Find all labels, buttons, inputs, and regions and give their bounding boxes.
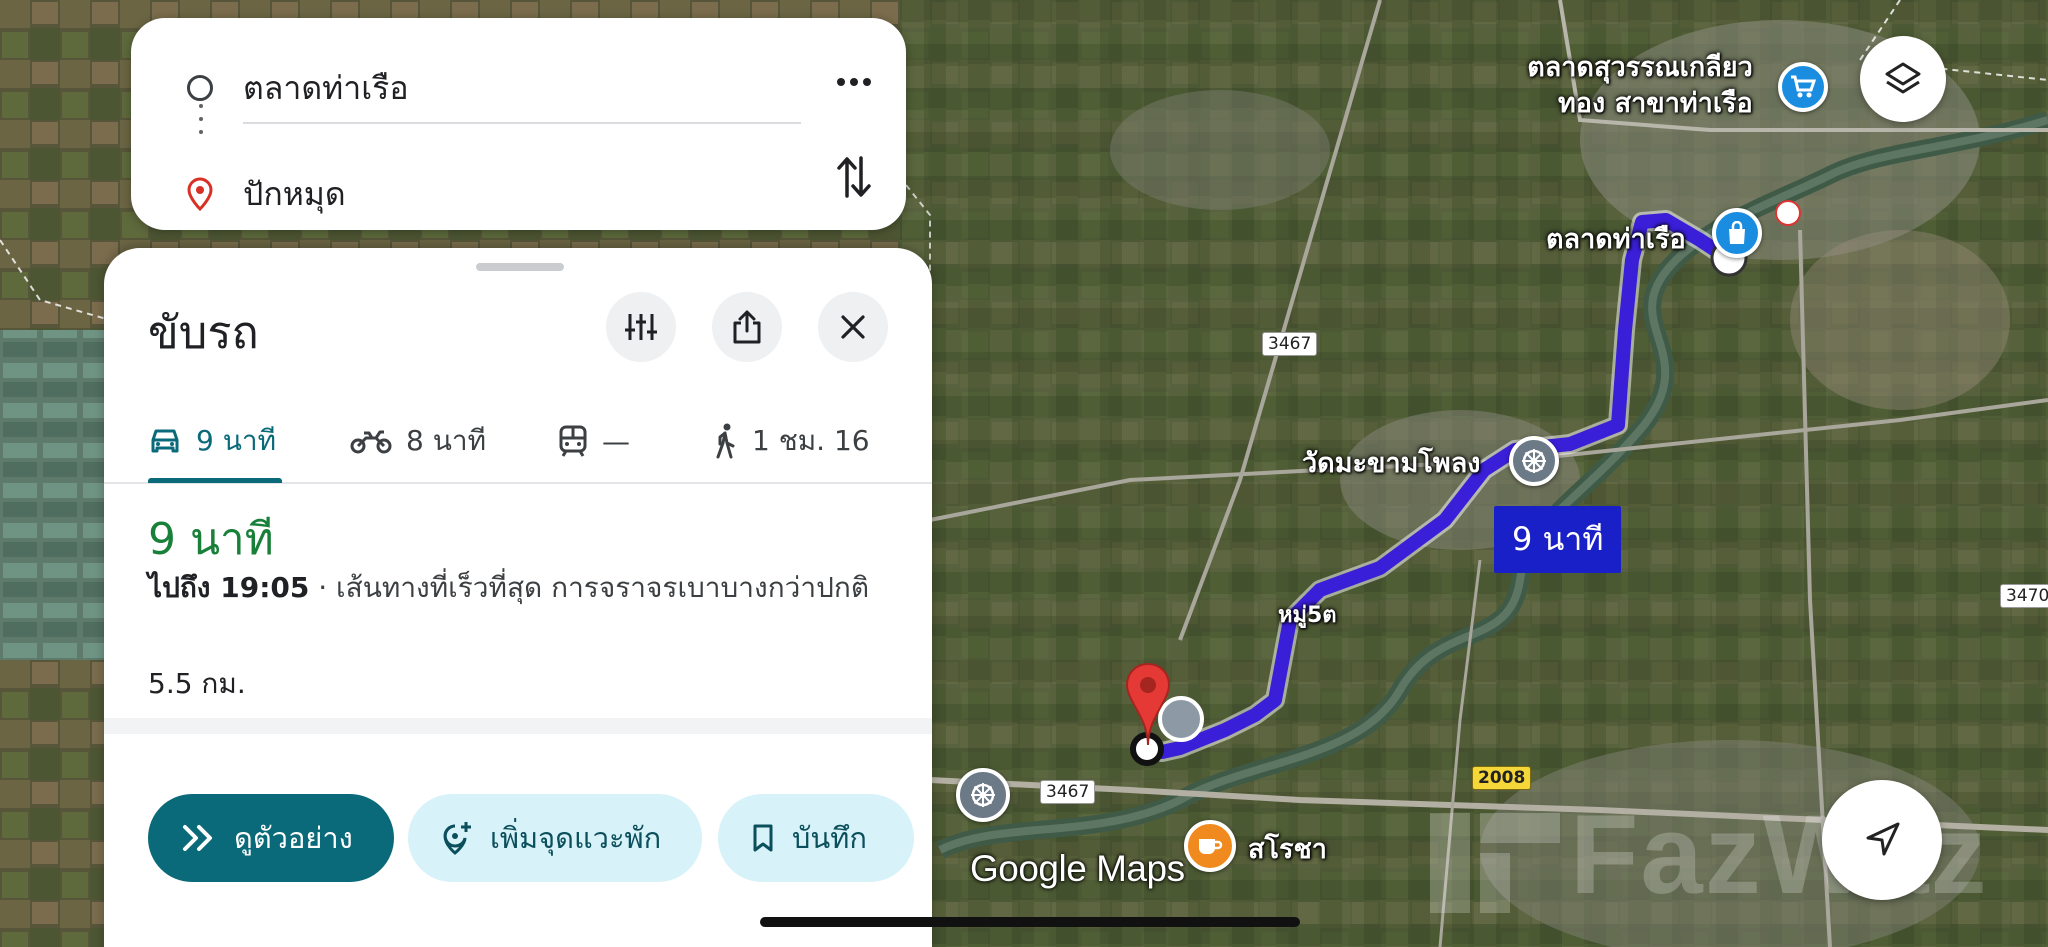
place-label-village: หมู่5ต: [1278, 603, 1337, 628]
train-icon: [559, 425, 587, 457]
share-icon: [733, 310, 761, 344]
layers-icon: [1885, 62, 1921, 94]
preview-button[interactable]: ดูตัวอย่าง: [148, 794, 394, 882]
swap-direction-icon[interactable]: [836, 154, 872, 204]
landmark-icon[interactable]: [1775, 200, 1801, 226]
place-label-market[interactable]: ตลาดท่าเรือ: [1546, 222, 1686, 258]
fazwaz-logo-icon: [1430, 813, 1560, 914]
supermarket-label-line1: ตลาดสุวรรณเกลียว: [1527, 52, 1753, 83]
route-duration: 9 นาที: [148, 514, 274, 565]
route-summary: ไปถึง 19:05 · เส้นทางที่เร็วที่สุด การจร…: [148, 568, 888, 608]
section-separator: [104, 718, 932, 734]
sliders-icon: [625, 314, 657, 340]
road-shield: 3470: [2000, 584, 2048, 608]
directions-search-card: ตลาดท่าเรือ ปักหมุด: [131, 18, 906, 230]
supermarket-label-line2: ทอง สาขาท่าเรือ: [1558, 88, 1753, 119]
drag-handle[interactable]: [476, 263, 564, 271]
route-description: · เส้นทางที่เร็วที่สุด การจราจรเบาบางกว่…: [309, 571, 870, 604]
cafe-icon[interactable]: [1184, 820, 1236, 872]
destination-row[interactable]: ปักหมุด: [187, 159, 876, 229]
destination-pin-icon: [187, 177, 213, 211]
layers-button[interactable]: [1860, 36, 1946, 122]
route-distance: 5.5 กม.: [148, 667, 246, 700]
red-location-pin-icon[interactable]: [1124, 662, 1172, 748]
recenter-button[interactable]: [1822, 780, 1942, 900]
route-connector-dots: [199, 104, 203, 143]
add-stop-button-label: เพิ่มจุดแวะพัก: [490, 821, 662, 855]
origin-row[interactable]: ตลาดท่าเรือ: [187, 53, 876, 123]
walking-icon: [716, 423, 735, 459]
origin-field[interactable]: ตลาดท่าเรือ: [243, 63, 409, 114]
tab-motorcycle[interactable]: 8 นาที: [350, 398, 486, 484]
directions-sheet: ขับรถ 9 นาที 8 นาที — 1 ชม. 16 9 นาที ไป…: [104, 248, 932, 947]
place-label-cafe[interactable]: สโรชา: [1248, 832, 1327, 868]
close-button[interactable]: [818, 292, 888, 362]
car-icon: [151, 429, 179, 453]
tab-driving-label: 9 นาที: [196, 424, 277, 457]
navigation-arrow-icon: [1866, 822, 1900, 856]
double-chevron-icon: [183, 825, 212, 851]
tab-motorcycle-label: 8 นาที: [406, 424, 487, 457]
tab-walking-label: 1 ชม. 16: [752, 424, 870, 457]
origin-circle-icon: [187, 75, 213, 101]
add-location-icon: [443, 822, 471, 855]
road-shield: 3467: [1040, 780, 1096, 804]
tab-transit[interactable]: —: [558, 398, 630, 484]
tab-transit-label: —: [602, 424, 630, 458]
shopping-cart-icon[interactable]: [1778, 62, 1828, 112]
travel-mode-tabs: 9 นาที 8 นาที — 1 ชม. 16: [104, 398, 932, 484]
temple-icon[interactable]: [956, 768, 1010, 822]
arrival-time: ไปถึง 19:05: [148, 571, 310, 604]
temple-icon[interactable]: [1509, 436, 1559, 486]
motorcycle-icon: [350, 430, 392, 454]
road-shield: 3467: [1262, 332, 1318, 356]
route-eta-badge[interactable]: 9 นาที: [1494, 506, 1622, 573]
search-divider: [243, 122, 801, 124]
bookmark-icon: [753, 824, 773, 852]
place-label-supermarket[interactable]: ตลาดสุวรรณเกลียว ทอง สาขาท่าเรือ: [1518, 50, 1753, 122]
more-options-icon[interactable]: [836, 72, 872, 91]
save-button-label: บันทึก: [792, 821, 867, 855]
home-indicator[interactable]: [760, 917, 1300, 927]
tab-walking[interactable]: 1 ชม. 16: [712, 398, 870, 484]
preview-button-label: ดูตัวอย่าง: [234, 821, 353, 855]
road-shield: 2008: [1472, 766, 1532, 790]
shopping-bag-icon[interactable]: [1712, 208, 1762, 258]
tab-driving[interactable]: 9 นาที: [148, 398, 276, 484]
destination-field[interactable]: ปักหมุด: [243, 169, 346, 220]
save-button[interactable]: บันทึก: [718, 794, 914, 882]
active-tab-indicator: [148, 478, 282, 483]
place-label-temple[interactable]: วัดมะขามโพลง: [1302, 446, 1480, 482]
add-stop-button[interactable]: เพิ่มจุดแวะพัก: [408, 794, 702, 882]
route-options-button[interactable]: [606, 292, 676, 362]
google-maps-logo: Google Maps: [970, 848, 1185, 889]
share-button[interactable]: [712, 292, 782, 362]
sheet-title: ขับรถ: [148, 306, 259, 359]
close-icon: [841, 315, 865, 339]
